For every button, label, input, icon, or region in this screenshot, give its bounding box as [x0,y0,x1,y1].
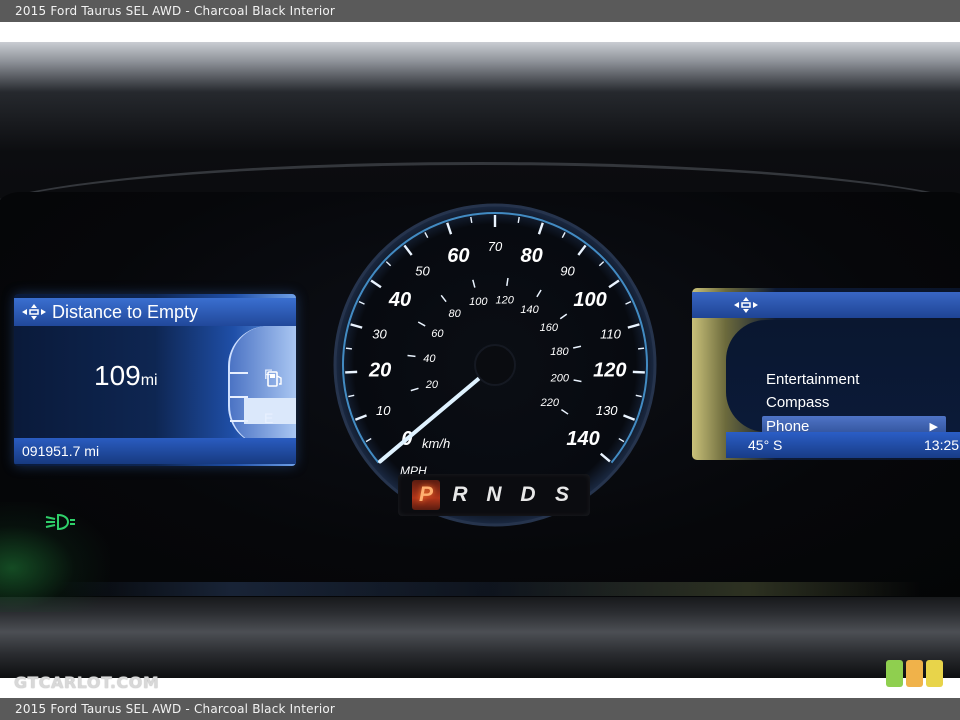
mph-tick-label: 100 [573,289,606,311]
fuel-tick [230,396,248,398]
odometer-value: 091951.7 mi [22,443,100,459]
mph-tick-label: 20 [368,360,391,382]
kmh-tick-label: 160 [540,322,559,334]
fuel-tick [230,420,248,422]
mph-tick-label: 90 [560,263,575,278]
menu-item-entertainment[interactable]: Entertainment [766,369,950,391]
kmh-tick-label: 40 [423,353,436,365]
caption-bar-top: 2015 Ford Taurus SEL AWD - Charcoal Blac… [0,0,960,22]
kmh-tick-label: 20 [425,379,439,391]
gear-selector: P R N D S [398,474,590,516]
clock: 13:25 [924,437,960,453]
right-info-display: Entertainment Compass Phone ▶ 45° S 13:2… [692,288,960,460]
fuel-gauge-panel [228,326,296,446]
right-display-header [692,292,960,318]
mph-tick [345,370,358,374]
mph-tick-label: 130 [596,403,618,418]
dte-number: 109 [94,360,141,391]
compass-heading: 45° S [748,437,783,453]
needle-hub [474,344,516,386]
gear-r: R [452,483,468,506]
lower-reflection [60,582,920,596]
mph-tick [470,216,473,223]
kmh-tick-label: 140 [520,304,539,316]
kmh-tick-label: 200 [550,372,570,384]
mph-tick-label: 120 [593,360,626,382]
kmh-tick-label: 60 [431,328,444,340]
dashboard-photo: Distance to Empty 109mi F E 091951.7 mi [0,42,960,678]
mph-tick-label: 50 [415,263,430,278]
gear-n: N [486,483,502,506]
mph-tick-label: 80 [521,245,543,267]
kmh-tick-label: 180 [550,346,569,358]
fuel-empty-label: E [264,410,274,426]
move-arrows-icon [734,297,758,313]
menu-item-compass[interactable]: Compass [766,392,950,414]
status-bar: 45° S 13:25 [726,432,960,458]
mph-tick-label: 140 [566,428,599,450]
mph-tick-label: 10 [376,403,391,418]
mph-tick [517,216,520,223]
caption-bar-bottom: 2015 Ford Taurus SEL AWD - Charcoal Blac… [0,698,960,720]
logo-square-yellow [926,660,943,687]
kmh-tick [407,354,416,358]
gear-d: D [520,483,536,506]
kmh-tick-label: 120 [496,295,515,307]
mph-tick-label: 110 [600,326,621,341]
mph-tick-label: 60 [447,245,469,267]
watermark-text: GTCARLOT.COM [14,673,160,692]
kmh-tick-label: 220 [540,397,560,409]
distance-to-empty-title: Distance to Empty [52,302,199,322]
caption-text: 2015 Ford Taurus SEL AWD - Charcoal Blac… [15,4,336,18]
mph-tick [345,347,352,350]
move-arrows-icon [22,304,46,320]
mph-tick-label: 70 [488,239,503,254]
distance-to-empty-value: 109mi [94,360,158,392]
mph-tick-label: 40 [388,289,411,311]
left-info-display: Distance to Empty 109mi F E 091951.7 mi [14,294,296,466]
left-display-header: Distance to Empty [14,298,296,326]
mph-tick [632,370,645,374]
logo-square-green [886,660,903,687]
fuel-tick [230,372,248,374]
odometer-bar: 091951.7 mi [14,438,296,464]
gear-s: S [554,483,569,506]
headlight-icon [45,513,75,531]
caption-text: 2015 Ford Taurus SEL AWD - Charcoal Blac… [15,702,336,716]
fuel-pump-icon [267,371,282,387]
logo-square-orange [906,660,923,687]
kmh-tick-label: 80 [449,308,462,320]
dte-unit: mi [140,372,158,389]
kmh-unit-label: km/h [422,436,450,451]
mph-tick [638,347,645,350]
gear-p: P [412,480,440,510]
kmh-tick-label: 100 [469,296,488,308]
mph-tick-label: 30 [372,326,387,341]
